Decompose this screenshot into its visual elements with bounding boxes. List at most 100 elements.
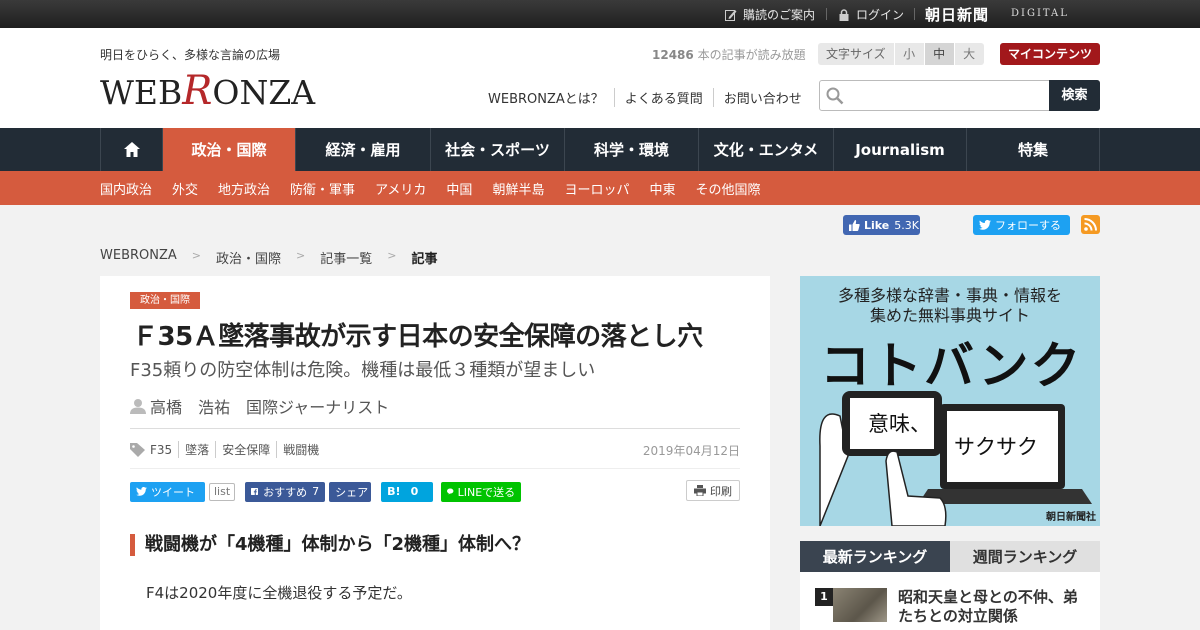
line-share-button[interactable]: LINEで送る	[441, 481, 522, 502]
facebook-like-label: Like	[864, 218, 890, 232]
tag-fighter[interactable]: 戦闘機	[276, 441, 325, 458]
topbar-divider	[826, 8, 827, 20]
subscribe-link[interactable]: 購読のご案内	[725, 6, 815, 23]
webronza-logo[interactable]: WEBRONZA	[100, 68, 315, 114]
facebook-like-button[interactable]: Like 5.3K	[843, 215, 920, 235]
nav-home[interactable]	[101, 128, 163, 171]
share-buttons: ツイート list おすすめ 7 シェア B! 0 LINEで送る	[130, 481, 527, 502]
font-size-label: 文字サイズ	[826, 47, 886, 61]
login-link[interactable]: ログイン	[838, 6, 904, 23]
sub-nav: 国内政治 外交 地方政治 防衛・軍事 アメリカ 中国 朝鮮半島 ヨーロッパ 中東…	[0, 171, 1200, 205]
ranking-title: 昭和天皇と母との不仲、弟たちとの対立関係	[898, 588, 1078, 625]
main-nav: 政治・国際 経済・雇用 社会・スポーツ 科学・環境 文化・エンタメ Journa…	[0, 128, 1200, 171]
search-input[interactable]	[850, 85, 1040, 107]
facebook-share-button[interactable]: シェア	[329, 481, 372, 502]
nav-science[interactable]: 科学・環境	[565, 128, 699, 171]
subnav-local[interactable]: 地方政治	[218, 179, 270, 198]
rss-button[interactable]	[1081, 215, 1100, 234]
thumbs-up-icon	[849, 219, 860, 231]
font-size-medium-button[interactable]: 中	[923, 43, 954, 65]
read-count: 12486 本の記事が読み放題	[652, 46, 806, 63]
search-box: 検索	[819, 80, 1100, 111]
subnav-korea[interactable]: 朝鮮半島	[492, 179, 544, 198]
tag-list: F35 墜落 安全保障 戦闘機	[130, 441, 325, 458]
search-button[interactable]: 検索	[1049, 80, 1100, 111]
nav-journalism[interactable]: Journalism	[834, 128, 967, 171]
subnav-defense[interactable]: 防衛・軍事	[290, 179, 355, 198]
tab-latest-ranking[interactable]: 最新ランキング	[800, 541, 950, 572]
line-icon	[447, 488, 454, 495]
author-name[interactable]: 高橋 浩祐	[150, 394, 230, 418]
tweet-button[interactable]: ツイート	[130, 481, 205, 502]
nav-culture[interactable]: 文化・エンタメ	[699, 128, 834, 171]
breadcrumb-category[interactable]: 政治・国際	[216, 248, 281, 267]
top-bar: 購読のご案内 ログイン 朝日新聞 DIGITAL	[0, 0, 1200, 28]
facebook-recommend-label: おすすめ	[263, 485, 308, 499]
author-line: 高橋 浩祐 国際ジャーナリスト	[130, 394, 389, 418]
subnav-china[interactable]: 中国	[446, 179, 472, 198]
tweet-label: ツイート	[151, 485, 195, 499]
nav-society[interactable]: 社会・スポーツ	[431, 128, 565, 171]
subnav-america[interactable]: アメリカ	[375, 179, 426, 198]
font-size-switcher: 文字サイズ 小 中 大	[818, 43, 984, 65]
nav-economy[interactable]: 経済・雇用	[296, 128, 431, 171]
asahi-logo[interactable]: 朝日新聞	[925, 4, 989, 25]
logo-text-r: R	[182, 68, 213, 114]
subnav-middle-east[interactable]: 中東	[649, 179, 675, 198]
breadcrumb-list[interactable]: 記事一覧	[320, 248, 372, 267]
hatena-label: B!	[387, 485, 401, 498]
read-count-text: 本の記事が読み放題	[693, 48, 806, 62]
hatena-bookmark-button[interactable]: B! 0	[381, 481, 434, 502]
lock-icon	[839, 8, 849, 21]
breadcrumb-home[interactable]: WEBRONZA	[100, 248, 177, 267]
contact-link[interactable]: お問い合わせ	[712, 88, 812, 107]
article-title: Ｆ35Ａ墜落事故が示す日本の安全保障の落とし穴	[132, 322, 703, 352]
author-role: 国際ジャーナリスト	[246, 398, 390, 417]
tab-weekly-ranking[interactable]: 週間ランキング	[950, 541, 1100, 572]
about-link[interactable]: WEBRONZAとは？	[488, 88, 614, 107]
section-heading: 戦闘機が「4機種」体制から「2機種」体制へ？	[130, 534, 530, 556]
ranking-item[interactable]: 1 昭和天皇と母との不仲、弟たちとの対立関係	[815, 588, 1095, 628]
read-count-number: 12486	[652, 48, 694, 62]
finger-illustration	[885, 450, 947, 526]
tag-icon	[130, 442, 145, 457]
header-links: WEBRONZAとは？ よくある質問 お問い合わせ	[488, 88, 812, 107]
ad-publisher: 朝日新聞社	[1046, 512, 1096, 523]
line-share-label: LINEで送る	[457, 485, 516, 499]
print-button[interactable]: 印刷	[686, 480, 740, 501]
subnav-europe[interactable]: ヨーロッパ	[564, 179, 629, 198]
nav-politics[interactable]: 政治・国際	[163, 128, 296, 171]
breadcrumb-separator: >	[387, 249, 397, 262]
rss-icon	[1084, 218, 1097, 231]
ad-bubble-2: サクサク	[954, 435, 1038, 459]
my-contents-button[interactable]: マイコンテンツ	[1000, 43, 1100, 65]
ad-line-2: 集めた無料事典サイト	[869, 306, 1030, 325]
tag-f35[interactable]: F35	[150, 443, 178, 457]
tag-security[interactable]: 安全保障	[215, 441, 276, 458]
printer-icon	[694, 485, 706, 496]
login-label: ログイン	[856, 8, 905, 22]
logo-text-b: ONZA	[212, 73, 316, 112]
subnav-domestic[interactable]: 国内政治	[100, 179, 152, 198]
font-size-small-button[interactable]: 小	[893, 43, 924, 65]
subnav-diplomacy[interactable]: 外交	[172, 179, 198, 198]
category-badge[interactable]: 政治・国際	[130, 292, 200, 309]
twitter-follow-button[interactable]: フォローする	[973, 215, 1070, 235]
ad-copy: 多種多様な辞書・事典・情報を 集めた無料事典サイト	[800, 286, 1100, 326]
ad-illustration	[819, 391, 1092, 526]
facebook-recommend-button[interactable]: おすすめ 7	[245, 481, 326, 502]
subscribe-label: 購読のご案内	[743, 8, 816, 22]
ad-bubble-1: 意味、	[868, 412, 931, 436]
site-header: 明日をひらく、多様な言論の広場 WEBRONZA 12486 本の記事が読み放題…	[0, 28, 1200, 128]
subnav-other[interactable]: その他国際	[695, 179, 760, 198]
breadcrumb-current: 記事	[411, 252, 438, 267]
article-card: 政治・国際 Ｆ35Ａ墜落事故が示す日本の安全保障の落とし穴 F35頼りの防空体制…	[100, 276, 770, 630]
nav-features[interactable]: 特集	[967, 128, 1100, 171]
breadcrumb-separator: >	[191, 249, 201, 262]
font-size-large-button[interactable]: 大	[953, 43, 984, 65]
faq-link[interactable]: よくある質問	[613, 88, 713, 107]
kotobank-ad[interactable]: 多種多様な辞書・事典・情報を 集めた無料事典サイト コトバンク 意味、 サクサク…	[800, 276, 1100, 526]
twitter-list-button[interactable]: list	[209, 482, 236, 501]
divider	[130, 468, 740, 469]
tag-crash[interactable]: 墜落	[178, 441, 215, 458]
